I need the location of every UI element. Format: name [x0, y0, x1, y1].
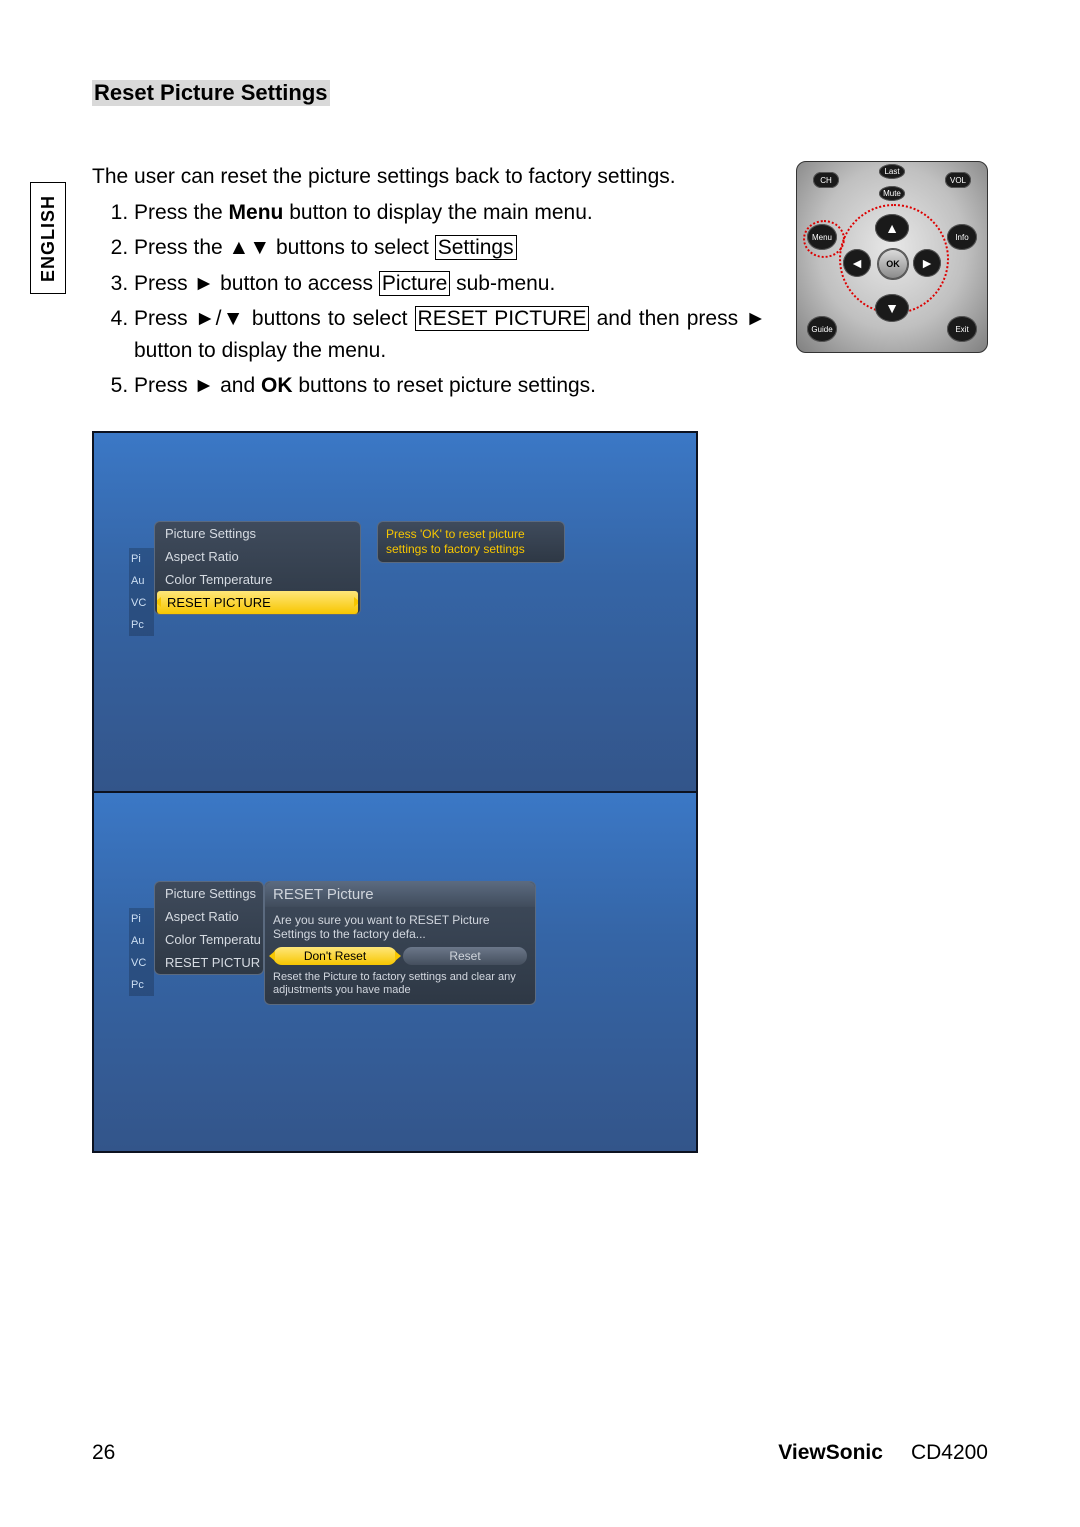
- mute-button: Mute: [879, 186, 905, 201]
- picture-boxed: Picture: [379, 271, 450, 296]
- info-button: Info: [947, 224, 977, 250]
- exit-button: Exit: [947, 316, 977, 342]
- side-vc-2: VC: [129, 952, 154, 974]
- menu-aspect-ratio: Aspect Ratio: [155, 545, 360, 568]
- ch-button: CH: [813, 172, 839, 188]
- last-button: Last: [879, 164, 905, 179]
- guide-button: Guide: [807, 316, 837, 342]
- left-button: ◄: [843, 249, 871, 277]
- reset-button: Reset: [403, 947, 527, 965]
- reset-picture-boxed: RESET PICTURE: [415, 306, 590, 331]
- menu-panel-2: Picture Settings Aspect Ratio Color Temp…: [154, 881, 264, 975]
- step-5: Press ► and OK buttons to reset picture …: [134, 370, 766, 402]
- menu2-picture-settings: Picture Settings: [155, 882, 263, 905]
- section-title: Reset Picture Settings: [92, 80, 330, 106]
- menu-highlight-ring: [803, 220, 845, 258]
- side-vc: VC: [129, 592, 154, 614]
- reset-dialog: RESET Picture Are you sure you want to R…: [264, 881, 536, 1006]
- step-3: Press ► button to access Picture sub-men…: [134, 268, 766, 300]
- page-number: 26: [92, 1441, 115, 1465]
- settings-boxed: Settings: [435, 235, 517, 260]
- down-button: ▼: [875, 294, 909, 322]
- dialog-desc: Reset the Picture to factory settings an…: [273, 971, 527, 999]
- menu-reset-picture: RESET PICTURE: [157, 591, 358, 614]
- dont-reset-button: Don't Reset: [273, 947, 397, 965]
- menu2-reset-picture: RESET PICTUR: [155, 951, 263, 974]
- instructions: The user can reset the picture settings …: [92, 161, 766, 406]
- dialog-question: Are you sure you want to RESET Picture S…: [273, 913, 527, 941]
- intro-text: The user can reset the picture settings …: [92, 161, 766, 193]
- menu2-aspect-ratio: Aspect Ratio: [155, 905, 263, 928]
- language-tab: ENGLISH: [30, 182, 66, 294]
- menu-picture-settings: Picture Settings: [155, 522, 360, 545]
- side-au: Au: [129, 570, 154, 592]
- hint-box: Press 'OK' to reset picture settings to …: [377, 521, 565, 563]
- right-button: ►: [913, 249, 941, 277]
- menu-panel-1: Picture Settings Aspect Ratio Color Temp…: [154, 521, 361, 615]
- menu2-color-temp: Color Temperatu: [155, 928, 263, 951]
- side-pc: Pc: [129, 614, 154, 636]
- menu-color-temperature: Color Temperature: [155, 568, 360, 591]
- dialog-title: RESET Picture: [265, 882, 535, 907]
- side-pi-2: Pi: [129, 908, 154, 930]
- remote-illustration: CH VOL Last Mute Menu Info Guide Exit ▲ …: [796, 161, 988, 353]
- footer-model: CD4200: [911, 1441, 988, 1464]
- side-pc-2: Pc: [129, 974, 154, 996]
- step-2: Press the ▲▼ buttons to select Settings: [134, 232, 766, 264]
- side-pi: Pi: [129, 548, 154, 570]
- footer-brand: ViewSonic: [778, 1441, 883, 1464]
- step-1: Press the Menu button to display the mai…: [134, 197, 766, 229]
- step-4: Press ►/▼ buttons to select RESET PICTUR…: [134, 303, 766, 366]
- ok-button: OK: [877, 248, 909, 280]
- screenshot-2: Pi Au VC Pc Picture Settings Aspect Rati…: [92, 793, 698, 1153]
- screenshot-1: Pi Au VC Pc Picture Settings Aspect Rati…: [92, 431, 698, 793]
- language-label: ENGLISH: [38, 194, 59, 281]
- side-au-2: Au: [129, 930, 154, 952]
- up-button: ▲: [875, 214, 909, 242]
- vol-button: VOL: [945, 172, 971, 188]
- page-footer: 26 ViewSonic CD4200: [92, 1441, 988, 1465]
